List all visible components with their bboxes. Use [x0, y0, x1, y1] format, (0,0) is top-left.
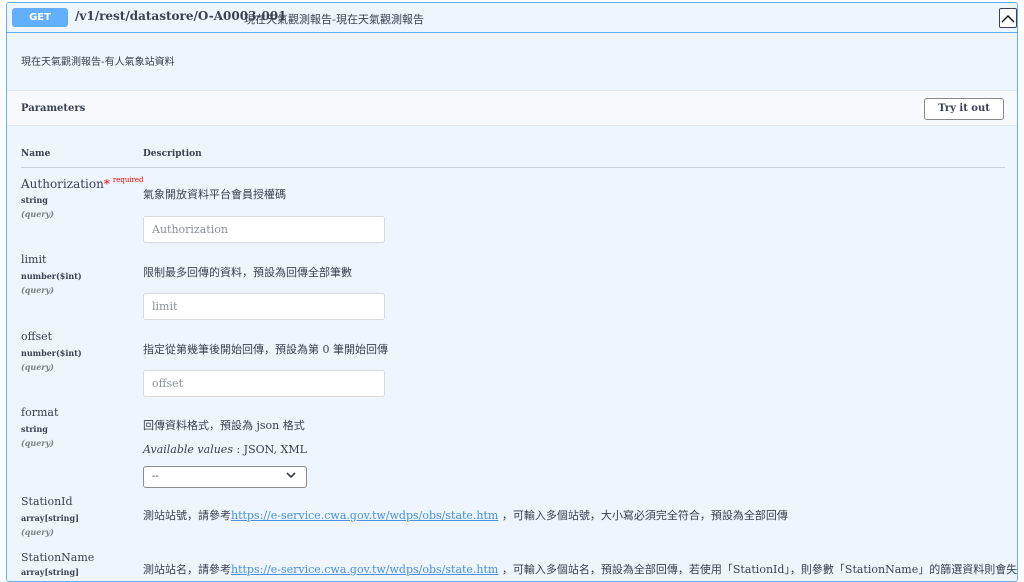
- param-name: Authorization* required: [21, 176, 144, 191]
- try-it-out-button[interactable]: Try it out: [924, 98, 1004, 120]
- collapse-button[interactable]: [999, 8, 1017, 28]
- operation-summary-text: 現在天氣觀測報告-現在天氣觀測報告: [244, 13, 424, 26]
- operation-description: 現在天氣觀測報告-有人氣象站資料: [21, 57, 175, 68]
- param-name: offset: [21, 330, 53, 343]
- column-header-name: Name: [21, 149, 51, 159]
- param-description: 氣象開放資料平台會員授權碼: [143, 188, 286, 201]
- param-name: limit: [21, 253, 47, 266]
- station-state-link[interactable]: https://e-service.cwa.gov.tw/wdps/obs/st…: [231, 509, 498, 522]
- param-type: array[string]: [21, 513, 79, 523]
- authorization-input[interactable]: Authorization: [143, 216, 385, 243]
- param-in: (query): [21, 438, 54, 448]
- operation-summary[interactable]: GET /v1/rest/datastore/O-A0003-001 現在天氣觀…: [7, 3, 1017, 33]
- param-type: number($int): [21, 271, 82, 281]
- available-values: Available values : JSON, XML: [143, 443, 307, 456]
- param-name: StationName: [21, 551, 95, 564]
- parameters-title: Parameters: [21, 103, 86, 114]
- parameters-header: Parameters Try it out: [7, 90, 1017, 126]
- param-type: string: [21, 195, 48, 205]
- header-divider: [21, 167, 1005, 168]
- param-in: (query): [21, 285, 54, 295]
- param-in: (query): [21, 527, 54, 537]
- required-star: *: [103, 177, 110, 191]
- parameters-table: Name Description Authorization* required …: [7, 127, 1018, 581]
- param-description: 測站站號，請參考https://e-service.cwa.gov.tw/wdp…: [143, 509, 788, 522]
- limit-input[interactable]: limit: [143, 293, 385, 320]
- chevron-down-icon: [286, 472, 296, 479]
- chevron-up-icon: [1001, 14, 1015, 22]
- param-name: StationId: [21, 495, 73, 508]
- http-method-badge: GET: [12, 8, 68, 27]
- param-in: (query): [21, 209, 54, 219]
- param-description: 指定從第幾筆後開始回傳，預設為第 0 筆開始回傳: [143, 343, 388, 356]
- required-label: required: [112, 176, 144, 184]
- operation-block: GET /v1/rest/datastore/O-A0003-001 現在天氣觀…: [6, 2, 1018, 582]
- param-description: 回傳資料格式，預設為 json 格式: [143, 419, 305, 432]
- param-type: string: [21, 424, 48, 434]
- param-in: (query): [21, 362, 54, 372]
- param-description: 限制最多回傳的資料，預設為回傳全部筆數: [143, 266, 352, 279]
- station-state-link[interactable]: https://e-service.cwa.gov.tw/wdps/obs/st…: [231, 563, 498, 576]
- column-header-description: Description: [143, 149, 202, 159]
- param-type: number($int): [21, 348, 82, 358]
- param-type: array[string]: [21, 567, 79, 577]
- format-select[interactable]: --: [143, 466, 307, 488]
- offset-input[interactable]: offset: [143, 370, 385, 397]
- param-description: 測站站名，請參考https://e-service.cwa.gov.tw/wdp…: [143, 563, 1018, 576]
- param-name: format: [21, 406, 59, 419]
